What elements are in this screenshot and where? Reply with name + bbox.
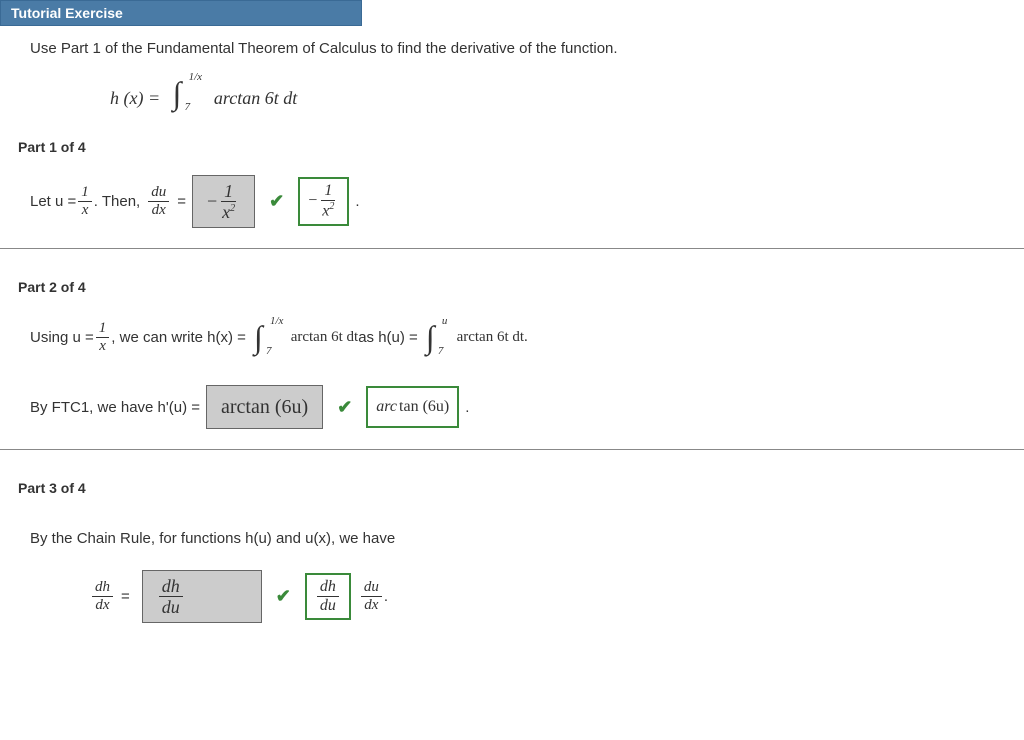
text-as-hu: as h(u) = [358, 329, 418, 346]
text-let-u: Let u = [30, 193, 76, 210]
divider [0, 449, 1024, 450]
part-3-line-2: dh dx = dh du ✔ dh du du dx . [90, 570, 994, 623]
content-area: Use Part 1 of the Fundamental Theorem of… [0, 26, 1024, 653]
section-title: Tutorial Exercise [11, 5, 123, 21]
check-icon: ✔ [269, 191, 284, 212]
given-lhs: h (x) = [110, 88, 160, 108]
section-header: Tutorial Exercise [0, 0, 362, 26]
part-3-line-1: By the Chain Rule, for functions h(u) an… [30, 516, 994, 560]
correct-answer-3: dh du [305, 573, 351, 620]
text-ftc1: By FTC1, we have h'(u) = [30, 399, 200, 416]
integral-symbol: ∫ 1/x 7 [171, 77, 184, 109]
fraction-dudx: du dx [148, 185, 169, 218]
part-2-line-2: By FTC1, we have h'(u) = arctan (6u) ✔ a… [30, 385, 994, 429]
integrand-1: arctan 6t dt [291, 329, 358, 346]
integral-lower: 7 [185, 101, 191, 113]
integrand-2: arctan 6t dt. [457, 329, 528, 346]
part-3-title: Part 3 of 4 [18, 480, 994, 496]
correct-answer-2: arctan (6u) [366, 386, 459, 428]
equals: = [121, 588, 130, 605]
equals: = [177, 193, 186, 210]
integral-2: ∫ u 7 [424, 321, 437, 353]
part-2-title: Part 2 of 4 [18, 279, 994, 295]
text-we-can-write: , we can write h(x) = [111, 329, 246, 346]
fraction-u: 1 x [78, 185, 92, 218]
fraction-dhdx: dh dx [92, 580, 113, 613]
integral-upper: 1/x [189, 71, 202, 83]
fraction-dudx-2: du dx [361, 580, 382, 613]
integrand: arctan 6t dt [214, 88, 297, 108]
text-using-u: Using u = [30, 329, 94, 346]
integral-1: ∫ 1/x 7 [252, 321, 265, 353]
check-icon: ✔ [337, 397, 352, 418]
answer-input-2[interactable]: arctan (6u) [206, 385, 323, 429]
answer-input-1[interactable]: − 1 x2 [192, 175, 255, 228]
answer-input-3[interactable]: dh du [142, 570, 262, 623]
fraction-u-2: 1 x [96, 321, 110, 354]
text-chain-rule: By the Chain Rule, for functions h(u) an… [30, 530, 395, 547]
text-then: . Then, [94, 193, 140, 210]
part-2-line-1: Using u = 1 x , we can write h(x) = ∫ 1/… [30, 315, 994, 359]
check-icon: ✔ [276, 586, 291, 607]
part-1-title: Part 1 of 4 [18, 139, 994, 155]
problem-prompt: Use Part 1 of the Fundamental Theorem of… [30, 40, 994, 57]
part-1-line: Let u = 1 x . Then, du dx = − 1 x2 ✔ − [30, 175, 994, 228]
divider [0, 248, 1024, 249]
given-function: h (x) = ∫ 1/x 7 arctan 6t dt [110, 77, 994, 109]
correct-answer-1: − 1 x2 [298, 177, 349, 225]
